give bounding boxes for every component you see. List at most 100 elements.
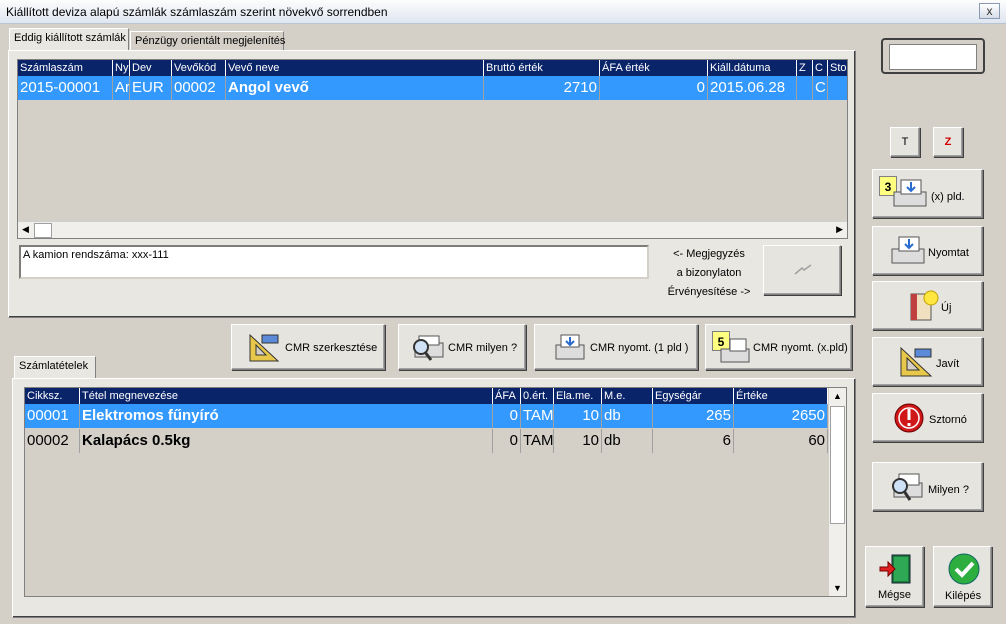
invoices-row[interactable]: 2015-00001 Ar EUR 00002 Angol vevő 2710 0 2015.… bbox=[18, 76, 847, 100]
what-label: Milyen ? bbox=[928, 484, 969, 496]
invoices-cell: Ar bbox=[113, 76, 130, 100]
items-cell: 10 bbox=[554, 404, 602, 428]
invoices-cell: EUR bbox=[130, 76, 172, 100]
items-cell: TAM bbox=[521, 404, 554, 428]
items-cell: 0 bbox=[493, 429, 521, 453]
cancel-button[interactable]: Mégse bbox=[865, 546, 924, 607]
hscroll-thumb[interactable] bbox=[34, 223, 52, 238]
printer-icon bbox=[893, 179, 927, 207]
invoices-header-5[interactable]: Bruttó érték bbox=[484, 60, 600, 76]
t-button[interactable]: T bbox=[890, 127, 920, 157]
invoices-cell: 00002 bbox=[172, 76, 226, 100]
vscroll-thumb[interactable] bbox=[830, 406, 845, 524]
invoices-cell: 0 bbox=[600, 76, 708, 100]
new-button[interactable]: Új bbox=[872, 281, 983, 330]
note-field[interactable]: A kamion rendszáma: xxx-111 bbox=[19, 245, 649, 279]
items-cell: 0 bbox=[493, 404, 521, 428]
line-icon bbox=[794, 264, 812, 275]
exit-label: Kilépés bbox=[945, 590, 982, 602]
invoices-header-9[interactable]: C bbox=[813, 60, 828, 76]
note-caption: <- Megjegyzés a bizonylaton Érvényesítés… bbox=[664, 245, 754, 302]
tab-items[interactable]: Számlatételek bbox=[14, 356, 96, 378]
cmr-print-1-label: CMR nyomt. (1 pld ) bbox=[590, 342, 689, 354]
fix-button[interactable]: Javít bbox=[872, 337, 983, 386]
items-row[interactable]: 00001 Elektromos fűnyíró 0 TAM 10 db 265 2650 bbox=[25, 404, 828, 428]
fix-label: Javít bbox=[936, 358, 960, 370]
items-cell: 6 bbox=[653, 429, 734, 453]
what-button[interactable]: Milyen ? bbox=[872, 462, 983, 511]
cmr-edit-label: CMR szerkesztése bbox=[285, 342, 378, 354]
apply-note-button[interactable] bbox=[763, 245, 841, 295]
cmr-edit-button[interactable]: CMR szerkesztése bbox=[231, 324, 385, 370]
invoices-cell: C bbox=[813, 76, 828, 100]
close-button[interactable]: x bbox=[979, 3, 1000, 19]
items-cell: 265 bbox=[653, 404, 734, 428]
cmr-print-x-label: CMR nyomt. (x.pld) bbox=[753, 342, 848, 354]
tab-invoices[interactable]: Eddig kiállított számlák bbox=[9, 28, 129, 50]
tab-finance-view[interactable]: Pénzügy orientált megjelenítés bbox=[130, 31, 285, 51]
items-header-2[interactable]: ÁFA bbox=[493, 388, 521, 404]
invoices-header-7[interactable]: Kiáll.dátuma bbox=[708, 60, 797, 76]
invoices-cell: Angol vevő bbox=[226, 76, 484, 100]
invoices-cell: 2015-00001 bbox=[18, 76, 113, 100]
invoices-grid: Számlaszám Ny Dev Vevőkód Vevő neve Bruttó ér… bbox=[17, 59, 848, 239]
invoices-header-1[interactable]: Ny bbox=[113, 60, 130, 76]
invoices-cell bbox=[828, 76, 847, 100]
z-button[interactable]: Z bbox=[933, 127, 963, 157]
printer-icon bbox=[555, 334, 585, 360]
items-cell: 60 bbox=[734, 429, 828, 453]
copies-button[interactable]: 3 (x) pld. bbox=[872, 169, 983, 218]
display-field[interactable] bbox=[889, 44, 977, 70]
print-button[interactable]: Nyomtat bbox=[872, 226, 983, 275]
ruler-triangle-icon bbox=[249, 333, 280, 362]
items-vscrollbar[interactable]: ▲ ▼ bbox=[829, 388, 846, 596]
items-cell: db bbox=[602, 404, 653, 428]
note-caption-line-2: a bizonylaton bbox=[676, 267, 742, 279]
cmr-print-1-button[interactable]: CMR nyomt. (1 pld ) bbox=[534, 324, 698, 370]
title-bar: Kiállított deviza alapú számlák számlasz… bbox=[0, 0, 1006, 24]
note-text: A kamion rendszáma: xxx-111 bbox=[23, 249, 169, 261]
invoices-header-4[interactable]: Vevő neve bbox=[226, 60, 484, 76]
invoices-cell bbox=[797, 76, 813, 100]
items-header-6[interactable]: Egységár bbox=[653, 388, 734, 404]
checkmark-icon bbox=[948, 553, 980, 585]
preview-print-icon bbox=[892, 473, 923, 501]
items-header-4[interactable]: Ela.me. bbox=[554, 388, 602, 404]
cmr-what-label: CMR milyen ? bbox=[448, 342, 518, 354]
scroll-down-icon[interactable]: ▼ bbox=[833, 583, 842, 593]
items-cell: TAM bbox=[521, 429, 554, 453]
scroll-left-icon[interactable]: ◀ bbox=[22, 224, 29, 235]
items-header-7[interactable]: Értéke bbox=[734, 388, 828, 404]
note-caption-line-1: <- Megjegyzés bbox=[673, 248, 745, 260]
scroll-up-icon[interactable]: ▲ bbox=[833, 391, 842, 401]
items-panel: Cikksz. Tétel megnevezése ÁFA 0.ért. Ela.me.… bbox=[12, 378, 856, 618]
items-header-0[interactable]: Cikksz. bbox=[25, 388, 80, 404]
items-cell: 00002 bbox=[25, 429, 80, 453]
invoices-header-3[interactable]: Vevőkód bbox=[172, 60, 226, 76]
exit-door-icon bbox=[879, 554, 911, 584]
items-row[interactable]: 00002 Kalapács 0.5kg 0 TAM 10 db 6 60 bbox=[25, 429, 828, 453]
items-header-5[interactable]: M.e. bbox=[602, 388, 653, 404]
invoices-panel: Számlaszám Ny Dev Vevőkód Vevő neve Bruttó ér… bbox=[8, 50, 856, 318]
items-header-1[interactable]: Tétel megnevezése bbox=[80, 388, 493, 404]
ruler-triangle-icon bbox=[900, 346, 933, 377]
scroll-right-icon[interactable]: ▶ bbox=[836, 224, 843, 235]
preview-print-icon bbox=[413, 335, 444, 361]
cmr-print-x-button[interactable]: 5 CMR nyomt. (x.pld) bbox=[705, 324, 852, 370]
invoices-header-2[interactable]: Dev bbox=[130, 60, 172, 76]
cancel-label: Mégse bbox=[878, 589, 912, 601]
exit-button[interactable]: Kilépés bbox=[933, 546, 992, 607]
invoices-header-10[interactable]: Sto bbox=[828, 60, 847, 76]
items-grid: Cikksz. Tétel megnevezése ÁFA 0.ért. Ela.me.… bbox=[24, 387, 847, 597]
new-label: Új bbox=[941, 302, 952, 314]
invoices-header-0[interactable]: Számlaszám bbox=[18, 60, 113, 76]
print-label: Nyomtat bbox=[928, 247, 969, 259]
invoices-cell: 2710 bbox=[484, 76, 600, 100]
cmr-what-button[interactable]: CMR milyen ? bbox=[398, 324, 526, 370]
items-cell: Kalapács 0.5kg bbox=[80, 429, 493, 453]
invoices-header-6[interactable]: ÁFA érték bbox=[600, 60, 708, 76]
invoices-hscrollbar[interactable]: ◀ ▶ bbox=[18, 221, 847, 238]
storno-button[interactable]: Sztornó bbox=[872, 393, 983, 442]
items-header-3[interactable]: 0.ért. bbox=[521, 388, 554, 404]
invoices-header-8[interactable]: Z bbox=[797, 60, 813, 76]
